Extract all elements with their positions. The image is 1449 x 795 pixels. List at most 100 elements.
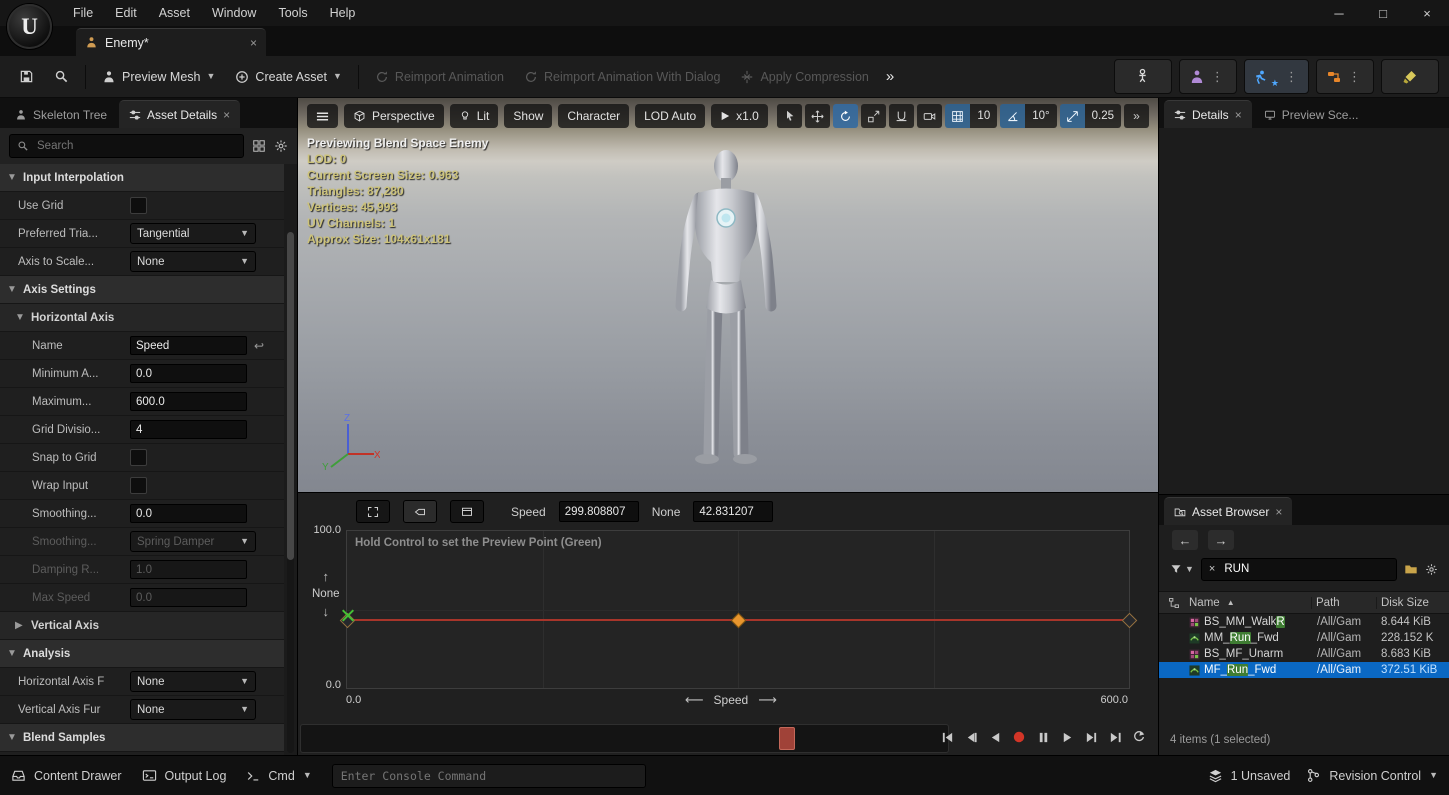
surface-snapping-button[interactable] — [889, 104, 914, 128]
close-icon[interactable]: × — [1275, 505, 1282, 519]
skeleton-mode-button[interactable] — [1114, 59, 1172, 94]
content-drawer-button[interactable]: Content Drawer — [11, 768, 122, 783]
revision-control-button[interactable]: Revision Control ▼ — [1306, 768, 1438, 783]
preview-mesh-button[interactable]: Preview Mesh ▼ — [93, 62, 224, 92]
reimport-animation-with-dialog-button[interactable]: Reimport Animation With Dialog — [515, 62, 729, 92]
console-command-input[interactable] — [332, 764, 646, 788]
maximize-button[interactable]: □ — [1361, 0, 1405, 26]
details-searchbox[interactable] — [9, 134, 244, 158]
output-log-button[interactable]: Output Log — [142, 768, 227, 783]
tab-asset-details[interactable]: Asset Details × — [119, 100, 240, 128]
move-tool-button[interactable] — [805, 104, 830, 128]
column-path[interactable]: Path — [1311, 597, 1376, 609]
tab-preview-scene[interactable]: Preview Sce... — [1254, 101, 1369, 128]
unsaved-changes-button[interactable]: 1 Unsaved — [1208, 768, 1291, 783]
hierarchy-column-icon[interactable] — [1159, 597, 1189, 609]
arrow-left-icon[interactable]: ⟵ — [685, 692, 704, 708]
maximum-axis-field[interactable]: 600.0 — [130, 392, 247, 411]
none-value-field[interactable]: 42.831207 — [693, 501, 773, 522]
save-button[interactable] — [10, 62, 43, 92]
viewport-options-button[interactable] — [307, 104, 338, 128]
arrow-right-icon[interactable]: ⟶ — [758, 692, 777, 708]
gear-icon[interactable] — [1425, 563, 1438, 576]
asset-row[interactable]: BS_MF_Unarm /All/Gam 8.683 KiB — [1159, 646, 1449, 662]
minimize-button[interactable]: ─ — [1317, 0, 1361, 26]
subsection-vertical-axis[interactable]: ▶ Vertical Axis — [0, 612, 284, 640]
playback-speed-button[interactable]: x1.0 — [711, 104, 768, 128]
cmd-selector-button[interactable]: Cmd ▼ — [246, 769, 311, 783]
mesh-mode-button[interactable]: ⋮ — [1179, 59, 1237, 94]
asset-search-box[interactable]: × — [1201, 558, 1397, 581]
scale-tool-button[interactable] — [861, 104, 886, 128]
asset-search-input[interactable] — [1222, 562, 1389, 576]
skip-to-end-button[interactable] — [1104, 726, 1126, 748]
preview-point-marker[interactable] — [340, 608, 355, 623]
tab-enemy[interactable]: Enemy* × — [76, 28, 266, 56]
menu-help[interactable]: Help — [319, 0, 367, 26]
clear-search-icon[interactable]: × — [1209, 563, 1215, 575]
physics-mode-button[interactable] — [1381, 59, 1439, 94]
camera-settings-button[interactable] — [917, 104, 942, 128]
smoothing-time-field[interactable]: 0.0 — [130, 504, 247, 523]
close-icon[interactable]: × — [223, 108, 230, 122]
grid-snap-control[interactable]: 10 — [945, 104, 997, 128]
tab-skeleton-tree[interactable]: Skeleton Tree — [5, 101, 117, 128]
loop-button[interactable] — [1128, 726, 1150, 748]
filter-button[interactable]: ▼ — [1170, 563, 1194, 575]
preferred-triangulation-dropdown[interactable]: Tangential ▼ — [130, 223, 256, 244]
toolbar-overflow-button[interactable]: » — [880, 62, 900, 92]
show-labels-button[interactable] — [403, 500, 437, 523]
mesh-mode-menu-icon[interactable]: ⋮ — [1208, 69, 1227, 85]
max-speed-field[interactable]: 0.0 — [130, 588, 247, 607]
play-forward-button[interactable] — [1056, 726, 1078, 748]
lit-button[interactable]: Lit — [450, 104, 499, 128]
select-tool-button[interactable] — [777, 104, 802, 128]
arrow-up-icon[interactable]: ↑ — [323, 569, 330, 584]
scrollbar-thumb[interactable] — [287, 232, 294, 560]
animation-mode-button[interactable]: ★ ⋮ — [1244, 59, 1309, 94]
menu-asset[interactable]: Asset — [148, 0, 201, 26]
perspective-button[interactable]: Perspective — [344, 104, 444, 128]
axis-name-field[interactable]: Speed — [130, 336, 247, 355]
arrow-down-icon[interactable]: ↓ — [323, 604, 330, 619]
section-analysis[interactable]: ▼ Analysis — [0, 640, 284, 668]
view-options-grid-icon[interactable] — [252, 139, 266, 153]
grid-divisions-field[interactable]: 4 — [130, 420, 247, 439]
use-grid-checkbox[interactable] — [130, 197, 147, 214]
timeline-playhead[interactable] — [779, 727, 795, 750]
blend-sample-marker[interactable] — [1122, 613, 1138, 629]
column-name[interactable]: Name ▲ — [1189, 597, 1311, 609]
horizontal-axis-function-dropdown[interactable]: None ▼ — [130, 671, 256, 692]
asset-row[interactable]: MM_Run_Fwd /All/Gam 228.152 K — [1159, 630, 1449, 646]
blueprint-mode-button[interactable]: ⋮ — [1316, 59, 1374, 94]
rotation-snap-control[interactable]: 10° — [1000, 104, 1056, 128]
blendspace-graph[interactable]: Hold Control to set the Preview Point (G… — [346, 530, 1130, 689]
subsection-horizontal-axis[interactable]: ▼ Horizontal Axis — [0, 304, 284, 332]
timeline-scrubber[interactable] — [300, 724, 949, 753]
reset-to-default-icon[interactable]: ↩ — [254, 339, 264, 353]
menu-edit[interactable]: Edit — [104, 0, 148, 26]
back-button[interactable]: ← — [1172, 530, 1198, 550]
details-scrollbar[interactable] — [287, 232, 294, 753]
asset-row[interactable]: BS_MM_WalkR /All/Gam 8.644 KiB — [1159, 614, 1449, 630]
viewport-overflow-button[interactable]: » — [1124, 104, 1149, 128]
smoothing-type-dropdown[interactable]: Spring Damper ▼ — [130, 531, 256, 552]
step-forward-button[interactable] — [1080, 726, 1102, 748]
rotate-tool-button[interactable] — [833, 104, 858, 128]
play-reverse-button[interactable] — [984, 726, 1006, 748]
close-icon[interactable]: × — [250, 36, 257, 50]
tab-asset-browser[interactable]: Asset Browser × — [1164, 497, 1292, 525]
folder-browse-icon[interactable] — [1404, 562, 1418, 576]
close-button[interactable]: × — [1405, 0, 1449, 26]
snap-to-grid-checkbox[interactable] — [130, 449, 147, 466]
lod-auto-button[interactable]: LOD Auto — [635, 104, 705, 128]
menu-file[interactable]: File — [62, 0, 104, 26]
reimport-animation-button[interactable]: Reimport Animation — [366, 62, 513, 92]
section-input-interpolation[interactable]: ▼ Input Interpolation — [0, 164, 284, 192]
animation-mode-menu-icon[interactable]: ⋮ — [1282, 69, 1301, 85]
minimum-axis-field[interactable]: 0.0 — [130, 364, 247, 383]
browse-to-asset-button[interactable] — [45, 62, 78, 92]
menu-window[interactable]: Window — [201, 0, 267, 26]
damping-ratio-field[interactable]: 1.0 — [130, 560, 247, 579]
section-blend-samples[interactable]: ▼ Blend Samples — [0, 724, 284, 752]
